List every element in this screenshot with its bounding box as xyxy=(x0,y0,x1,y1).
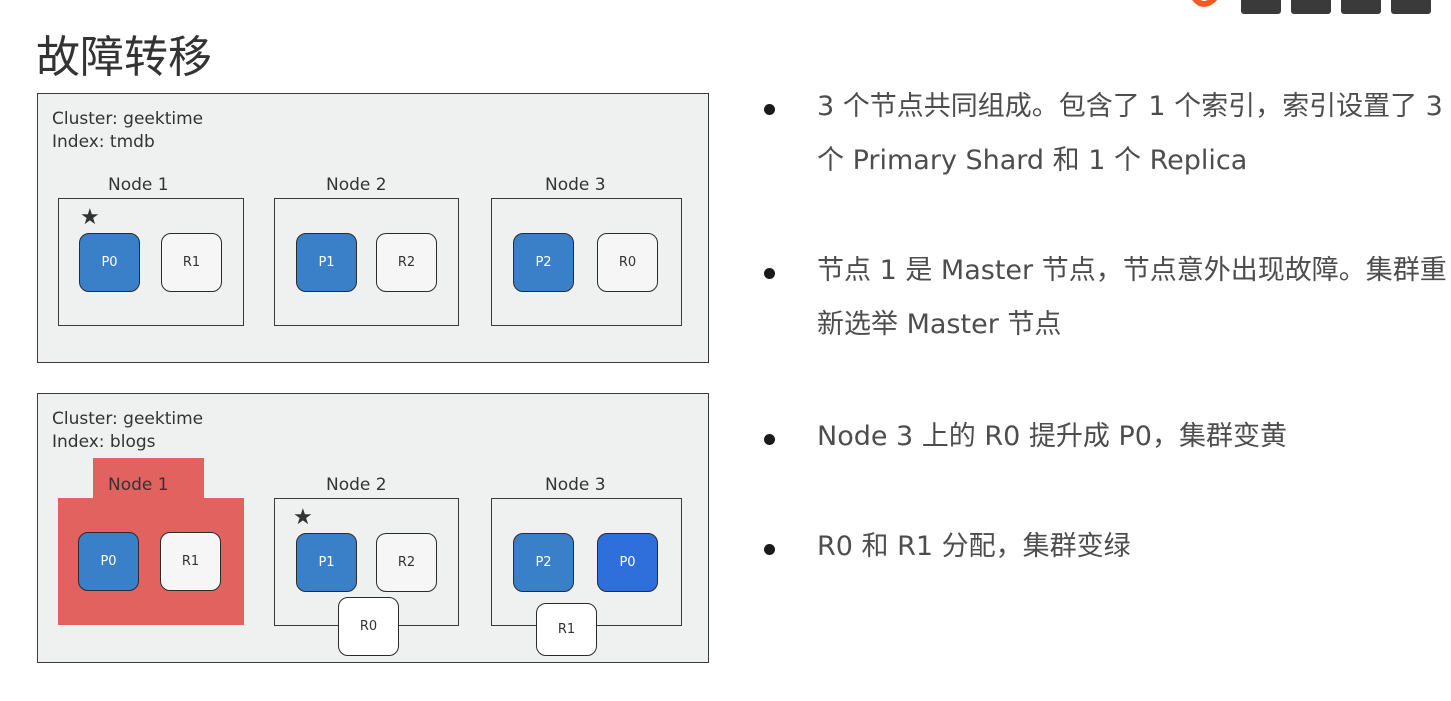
node-3-box: P2 R0 xyxy=(491,198,682,326)
node-2-box: P1 R2 xyxy=(274,198,459,326)
bullet-text: R0 和 R1 分配，集群变绿 xyxy=(817,531,1131,562)
shard-primary: P0 xyxy=(79,233,140,292)
shard-replica: R2 xyxy=(376,233,437,292)
index-name: Index: blogs xyxy=(52,432,156,452)
master-star-icon: ★ xyxy=(80,205,100,230)
allocating-shard: R1 xyxy=(536,603,597,656)
shard-promoted-primary: P0 xyxy=(597,533,658,592)
bullet-text: 3 个节点共同组成。包含了 1 个索引，索引设置了 3 个 Primary Sh… xyxy=(817,91,1443,176)
cluster-diagram-top: Cluster: geektime Index: tmdb Node 1 ★ P… xyxy=(37,93,709,363)
page-title: 故障转移 xyxy=(36,32,212,84)
node-1-failed-box: P0 R1 xyxy=(58,498,244,625)
bullet-dot-icon xyxy=(764,544,775,555)
cluster-name: Cluster: geektime xyxy=(52,109,204,129)
shard-replica: R0 xyxy=(597,233,658,292)
shard-primary: P2 xyxy=(513,233,574,292)
bullet-dot-icon xyxy=(764,434,775,445)
node-1-box: ★ P0 R1 xyxy=(58,198,244,326)
shard-primary: P0 xyxy=(78,532,139,591)
master-star-icon: ★ xyxy=(293,505,313,530)
cluster-name: Cluster: geektime xyxy=(52,409,204,429)
shard-primary: P1 xyxy=(296,233,357,292)
bullet-list: 3 个节点共同组成。包含了 1 个索引，索引设置了 3 个 Primary Sh… xyxy=(760,0,1451,701)
shard-primary: P2 xyxy=(513,533,574,592)
shard-replica: R1 xyxy=(161,233,222,292)
cluster-info: Cluster: geektime Index: blogs xyxy=(52,408,203,454)
node-label: Node 1 xyxy=(108,175,169,195)
shard-replica: R2 xyxy=(376,533,437,592)
bullet-dot-icon xyxy=(764,104,775,115)
cluster-info: Cluster: geektime Index: tmdb xyxy=(52,108,203,154)
bullet-dot-icon xyxy=(764,268,775,279)
shard-primary: P1 xyxy=(296,533,357,592)
index-name: Index: tmdb xyxy=(52,132,155,152)
shard-replica: R1 xyxy=(160,532,221,591)
allocating-shard: R0 xyxy=(338,597,399,656)
node-label: Node 2 xyxy=(326,175,387,195)
node-label: Node 3 xyxy=(545,175,606,195)
bullet-text: 节点 1 是 Master 节点，节点意外出现故障。集群重新选举 Master … xyxy=(817,255,1447,340)
cluster-diagram-bottom: Cluster: geektime Index: blogs Node 1 P0… xyxy=(37,393,709,663)
node-label: Node 3 xyxy=(545,475,606,495)
bullet-text: Node 3 上的 R0 提升成 P0，集群变黄 xyxy=(817,421,1287,452)
node-label: Node 1 xyxy=(108,475,169,495)
node-label: Node 2 xyxy=(326,475,387,495)
